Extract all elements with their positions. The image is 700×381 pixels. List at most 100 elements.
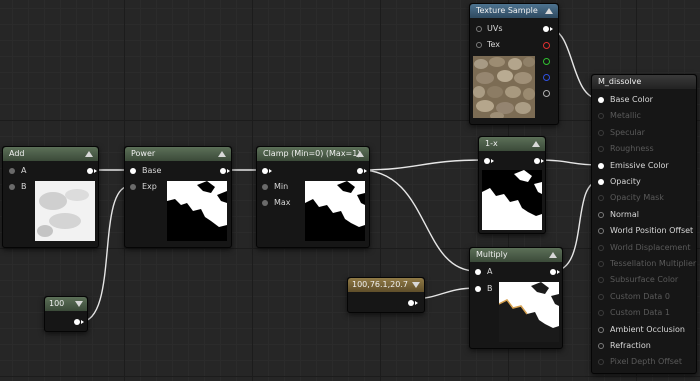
collapse-triangle-icon[interactable]: [545, 8, 553, 14]
material-pin-row[interactable]: Opacity: [592, 175, 696, 189]
one-minus-node-header[interactable]: 1-x: [479, 137, 545, 151]
one-minus-node[interactable]: 1-x: [478, 136, 546, 234]
clamp-node[interactable]: Clamp (Min=0) (Max=1) Min Max: [256, 146, 370, 248]
material-result-header[interactable]: M_dissolve: [592, 75, 696, 89]
one-minus-input-arrow-icon: [491, 159, 494, 163]
material-pin-row[interactable]: Normal: [592, 208, 696, 222]
material-pin-icon: [598, 195, 604, 202]
material-pin-row: Roughness: [592, 142, 696, 156]
vector-constant-node-header[interactable]: 100,76.1,20.7: [348, 278, 424, 292]
add-input-a-pin-icon[interactable]: [9, 168, 15, 174]
material-pin-icon[interactable]: [598, 228, 604, 235]
material-pin-label: Roughness: [610, 144, 654, 154]
material-result-node[interactable]: M_dissolve Base Color Metallic Specular Rou…: [591, 74, 697, 374]
material-pin-row[interactable]: Emissive Color: [592, 159, 696, 173]
collapse-triangle-icon[interactable]: [85, 151, 93, 157]
one-minus-output-arrow-icon: [541, 159, 544, 163]
multiply-a-pin-icon[interactable]: [475, 269, 481, 275]
material-pin-label: Base Color: [610, 95, 653, 104]
constant-node-header[interactable]: 100: [45, 297, 87, 311]
clamp-min-pin-icon[interactable]: [262, 184, 268, 190]
material-pin-row[interactable]: Refraction: [592, 339, 696, 353]
multiply-b-label: B: [487, 284, 493, 293]
material-pin-label: Subsurface Color: [610, 275, 679, 285]
clamp-input-arrow-icon: [269, 169, 272, 173]
blue-channel-pin-icon[interactable]: [543, 74, 550, 81]
material-pin-row: World Displacement: [592, 241, 696, 255]
material-pin-icon[interactable]: [598, 343, 604, 349]
power-node-title: Power: [131, 149, 156, 158]
collapse-triangle-icon[interactable]: [356, 151, 364, 157]
texture-sample-node-header[interactable]: Texture Sample: [470, 4, 558, 18]
rgb-output-pin-icon[interactable]: [543, 26, 549, 32]
material-pin-row[interactable]: World Position Offset: [592, 224, 696, 238]
add-node[interactable]: Add A B: [2, 146, 99, 248]
uvs-label: UVs: [487, 24, 503, 33]
vector-output-pin-icon[interactable]: [408, 300, 414, 306]
material-pin-icon: [598, 293, 604, 300]
multiply-node-header[interactable]: Multiply: [470, 248, 562, 262]
vector-constant-node[interactable]: 100,76.1,20.7: [347, 277, 425, 313]
one-minus-output-pin-icon[interactable]: [534, 158, 540, 164]
constant-value: 100: [49, 299, 65, 308]
material-title: M_dissolve: [598, 77, 642, 86]
add-preview-thumbnail: [35, 181, 95, 241]
material-pin-row: Custom Data 1: [592, 306, 696, 320]
material-pin-icon[interactable]: [598, 162, 604, 169]
power-exp-pin-icon[interactable]: [130, 184, 136, 190]
material-pin-icon[interactable]: [598, 179, 604, 185]
material-pin-row[interactable]: Base Color: [592, 93, 696, 107]
collapse-triangle-icon[interactable]: [532, 141, 540, 147]
tinted-mask-preview-image: [499, 282, 559, 342]
constant-node[interactable]: 100: [44, 296, 88, 332]
uvs-pin-icon[interactable]: [476, 26, 482, 32]
collapse-triangle-icon[interactable]: [218, 151, 226, 157]
clamp-output-pin-icon[interactable]: [357, 168, 363, 174]
add-node-header[interactable]: Add: [3, 147, 98, 161]
alpha-channel-pin-icon[interactable]: [543, 90, 550, 97]
material-pin-icon[interactable]: [598, 326, 604, 333]
material-pin-icon: [598, 129, 604, 136]
multiply-node[interactable]: Multiply A B: [469, 247, 563, 349]
add-output-pin-icon[interactable]: [87, 168, 93, 174]
collapse-triangle-icon[interactable]: [75, 301, 83, 307]
one-minus-input-pin-icon[interactable]: [484, 158, 490, 164]
clamp-node-header[interactable]: Clamp (Min=0) (Max=1): [257, 147, 369, 161]
material-pin-label: Refraction: [610, 341, 651, 350]
constant-output-pin-icon[interactable]: [74, 319, 80, 325]
multiply-node-title: Multiply: [476, 250, 508, 259]
rgb-output-arrow-icon: [550, 27, 553, 31]
texture-sample-node[interactable]: Texture Sample UVs Tex: [469, 3, 559, 125]
material-pin-label: Custom Data 1: [610, 308, 670, 318]
power-node[interactable]: Power Base Exp: [124, 146, 232, 248]
material-pin-icon[interactable]: [598, 97, 604, 103]
constant-output-arrow-icon: [81, 320, 84, 324]
material-pin-icon: [598, 244, 604, 251]
collapse-triangle-icon[interactable]: [412, 282, 420, 288]
tex-pin-icon[interactable]: [476, 42, 482, 48]
power-output-arrow-icon: [227, 169, 230, 173]
power-output-pin-icon[interactable]: [220, 168, 226, 174]
clamp-max-pin-icon[interactable]: [262, 200, 268, 206]
clamp-input-pin-icon[interactable]: [262, 168, 268, 174]
green-channel-pin-icon[interactable]: [543, 58, 550, 65]
collapse-triangle-icon[interactable]: [549, 252, 557, 258]
red-channel-pin-icon[interactable]: [543, 42, 550, 49]
power-exp-label: Exp: [142, 182, 157, 191]
material-pin-label: Specular: [610, 127, 645, 137]
power-base-label: Base: [142, 166, 162, 175]
material-pin-icon[interactable]: [598, 211, 604, 218]
add-input-b-pin-icon[interactable]: [9, 184, 15, 190]
dissolve-mask-preview-image: [167, 181, 227, 241]
material-pin-label: Opacity Mask: [610, 193, 664, 203]
power-base-pin-icon[interactable]: [130, 168, 136, 174]
multiply-b-pin-icon[interactable]: [475, 286, 481, 292]
inverted-mask-preview-image: [482, 170, 542, 230]
power-node-header[interactable]: Power: [125, 147, 231, 161]
material-pin-row[interactable]: Ambient Occlusion: [592, 323, 696, 337]
material-pin-icon: [598, 277, 604, 284]
clamp-preview-thumbnail: [305, 181, 365, 241]
material-pin-label: World Position Offset: [610, 226, 694, 236]
material-pin-row: Subsurface Color: [592, 273, 696, 287]
multiply-output-pin-icon[interactable]: [550, 269, 556, 275]
